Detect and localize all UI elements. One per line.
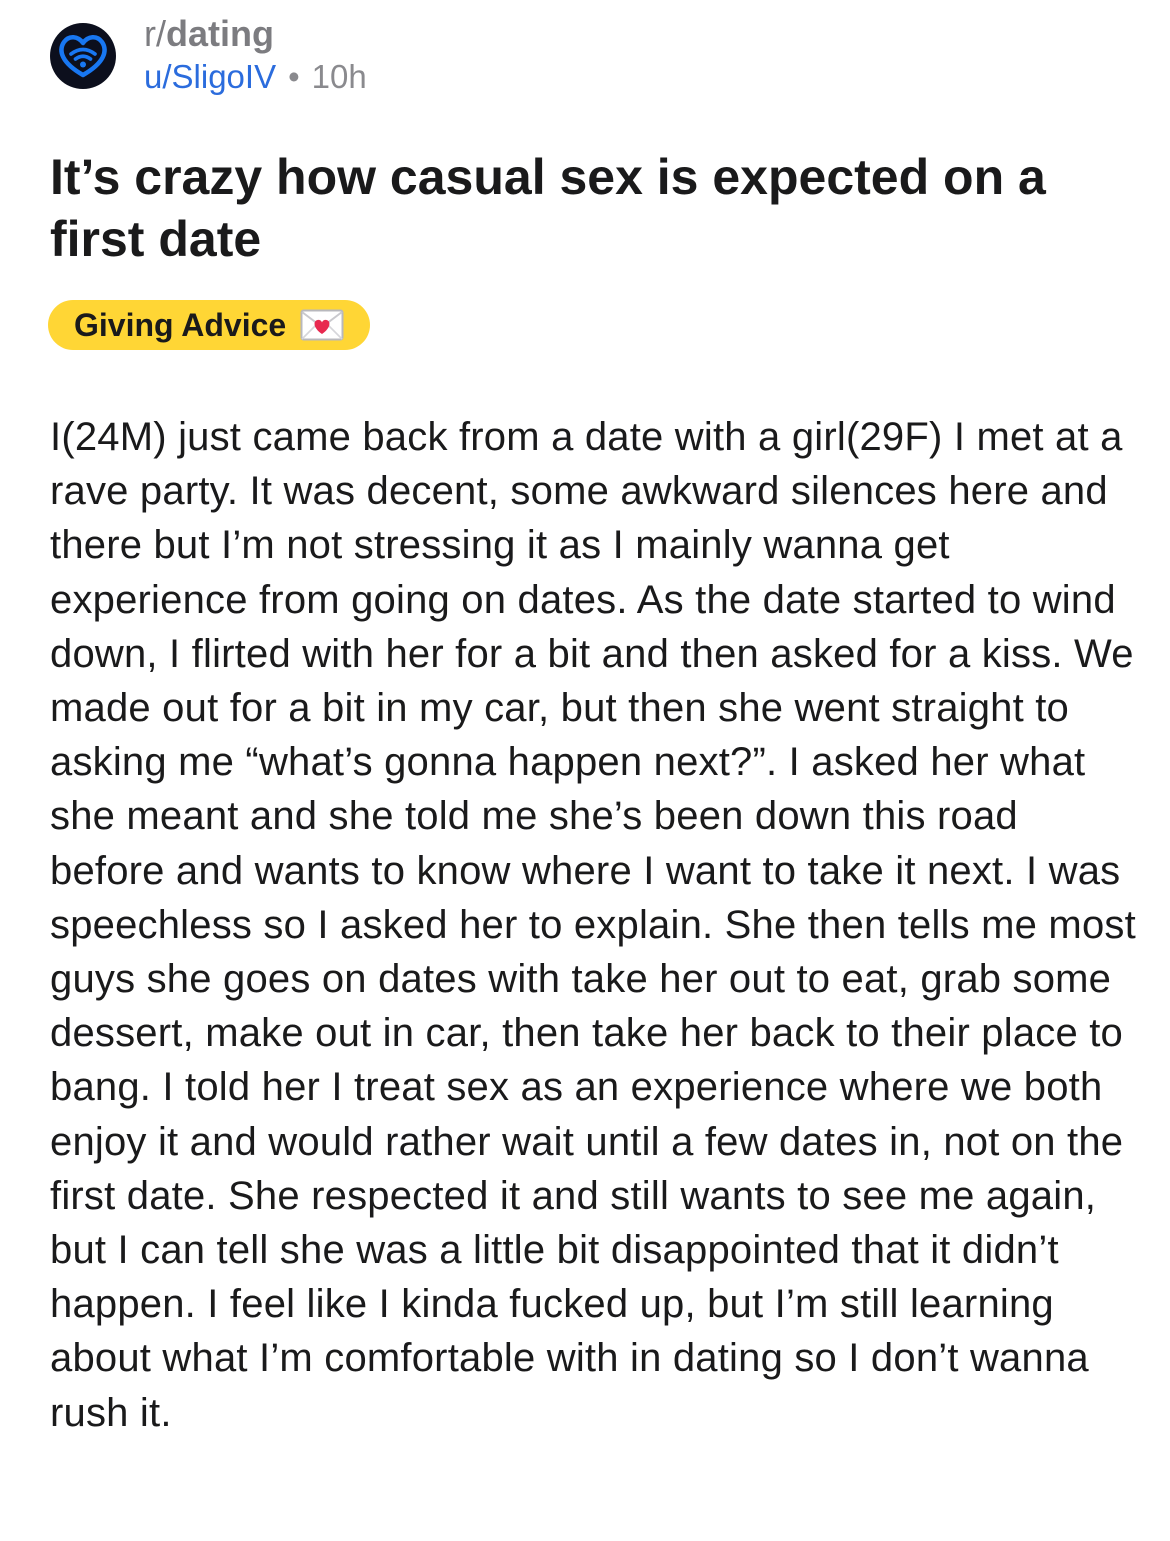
subreddit-name: dating	[166, 13, 274, 54]
author-username[interactable]: u/SligoIV	[144, 55, 276, 99]
post-meta: r/dating u/SligoIV • 10h	[144, 13, 367, 99]
post-body: I(24M) just came back from a date with a…	[50, 415, 1136, 1435]
love-letter-icon	[300, 309, 344, 341]
post-flair[interactable]: Giving Advice	[48, 300, 371, 350]
subreddit-prefix: r/	[144, 13, 166, 54]
subreddit-link[interactable]: r/dating	[144, 13, 367, 55]
meta-separator: •	[288, 58, 300, 95]
subreddit-avatar[interactable]	[50, 23, 116, 89]
post-age: 10h	[311, 58, 367, 95]
post: r/dating u/SligoIV • 10h It’s crazy how …	[0, 0, 1170, 1541]
post-header: r/dating u/SligoIV • 10h	[50, 6, 367, 106]
heart-wifi-icon	[59, 35, 107, 78]
flair-label: Giving Advice	[74, 306, 287, 343]
author-line: u/SligoIV • 10h	[144, 55, 367, 99]
post-title[interactable]: It’s crazy how casual sex is expected on…	[50, 146, 1130, 270]
